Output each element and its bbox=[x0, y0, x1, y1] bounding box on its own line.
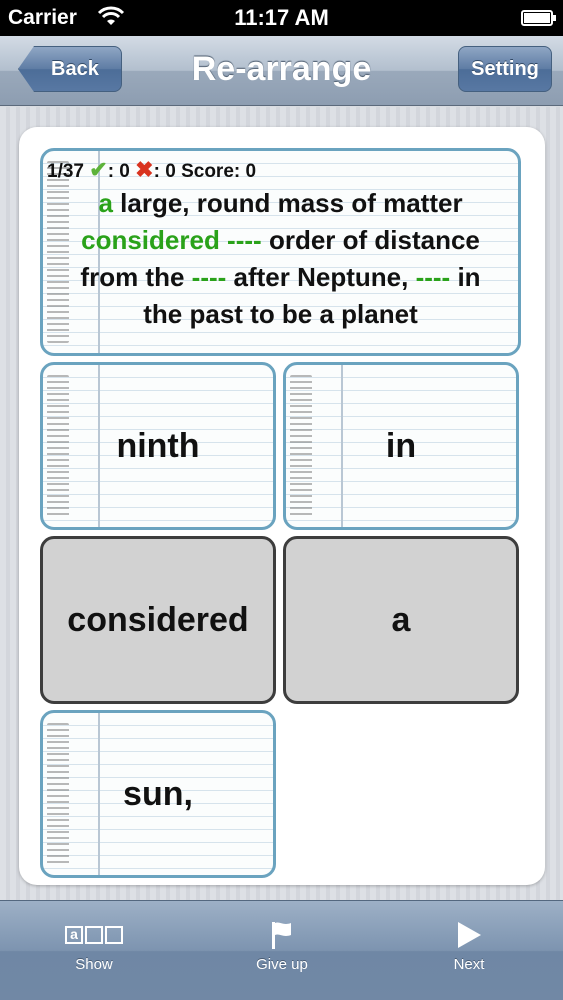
word-tile[interactable]: sun, bbox=[40, 710, 276, 878]
word-tile-label: a bbox=[391, 600, 411, 639]
question-text-part: after Neptune, bbox=[233, 262, 409, 292]
question-text-part: in bbox=[457, 262, 481, 292]
question-text: a large, round mass of matter considered… bbox=[49, 185, 512, 333]
word-tile-used[interactable]: a bbox=[283, 536, 519, 704]
question-text-part: order of distance bbox=[268, 225, 480, 255]
word-tile[interactable]: in bbox=[283, 362, 519, 530]
status-bar: Carrier 11:17 AM bbox=[0, 0, 563, 36]
filled-word: considered ---- bbox=[81, 225, 262, 255]
score-text: Score: 0 bbox=[181, 161, 257, 182]
score-header: 1/37 ✔: 0 ✖: 0 Score: 0 bbox=[47, 157, 256, 183]
word-tile[interactable]: ninth bbox=[40, 362, 276, 530]
correct-count: : 0 bbox=[107, 161, 130, 182]
play-next-icon bbox=[409, 919, 529, 951]
give-up-label: Give up bbox=[256, 956, 308, 973]
question-text-part: large, round mass of matter bbox=[120, 188, 463, 218]
flag-icon bbox=[222, 919, 342, 951]
wrong-count: : 0 bbox=[153, 161, 176, 182]
cross-icon: ✖ bbox=[135, 157, 154, 182]
question-text-part: from the bbox=[80, 262, 185, 292]
navigation-bar: Back Re-arrange Setting bbox=[0, 36, 563, 106]
word-tile-label: ninth bbox=[116, 426, 200, 465]
word-tile-used[interactable]: considered bbox=[40, 536, 276, 704]
spiral-binding bbox=[47, 723, 69, 865]
question-panel: 1/37 ✔: 0 ✖: 0 Score: 0 a large, round m… bbox=[40, 148, 521, 356]
spiral-binding bbox=[290, 375, 312, 517]
filled-word: a bbox=[98, 188, 113, 218]
status-time: 11:17 AM bbox=[234, 5, 329, 30]
content-area: 1/37 ✔: 0 ✖: 0 Score: 0 a large, round m… bbox=[0, 107, 563, 900]
setting-button[interactable]: Setting bbox=[458, 46, 552, 92]
checkmark-icon: ✔ bbox=[89, 157, 108, 182]
give-up-button[interactable]: Give up bbox=[222, 901, 342, 1000]
next-label: Next bbox=[453, 956, 485, 973]
show-label: Show bbox=[75, 956, 113, 973]
progress-counter: 1/37 bbox=[47, 161, 84, 182]
next-button[interactable]: Next bbox=[409, 901, 529, 1000]
blank-slot: ---- bbox=[415, 262, 451, 292]
bottom-toolbar: a Show Give up Next bbox=[0, 900, 563, 1000]
show-icon-letter: a bbox=[65, 926, 83, 944]
spiral-binding bbox=[47, 375, 69, 517]
show-button[interactable]: a Show bbox=[34, 901, 154, 1000]
word-tile-label: in bbox=[385, 426, 417, 465]
question-text-part: the past to be a planet bbox=[143, 299, 418, 329]
word-tile-label: sun, bbox=[123, 774, 193, 813]
word-tile-label: considered bbox=[67, 600, 249, 639]
show-boxes-icon: a bbox=[34, 919, 154, 951]
quiz-card: 1/37 ✔: 0 ✖: 0 Score: 0 a large, round m… bbox=[19, 127, 545, 885]
blank-slot: ---- bbox=[191, 262, 227, 292]
battery-icon bbox=[521, 10, 556, 26]
